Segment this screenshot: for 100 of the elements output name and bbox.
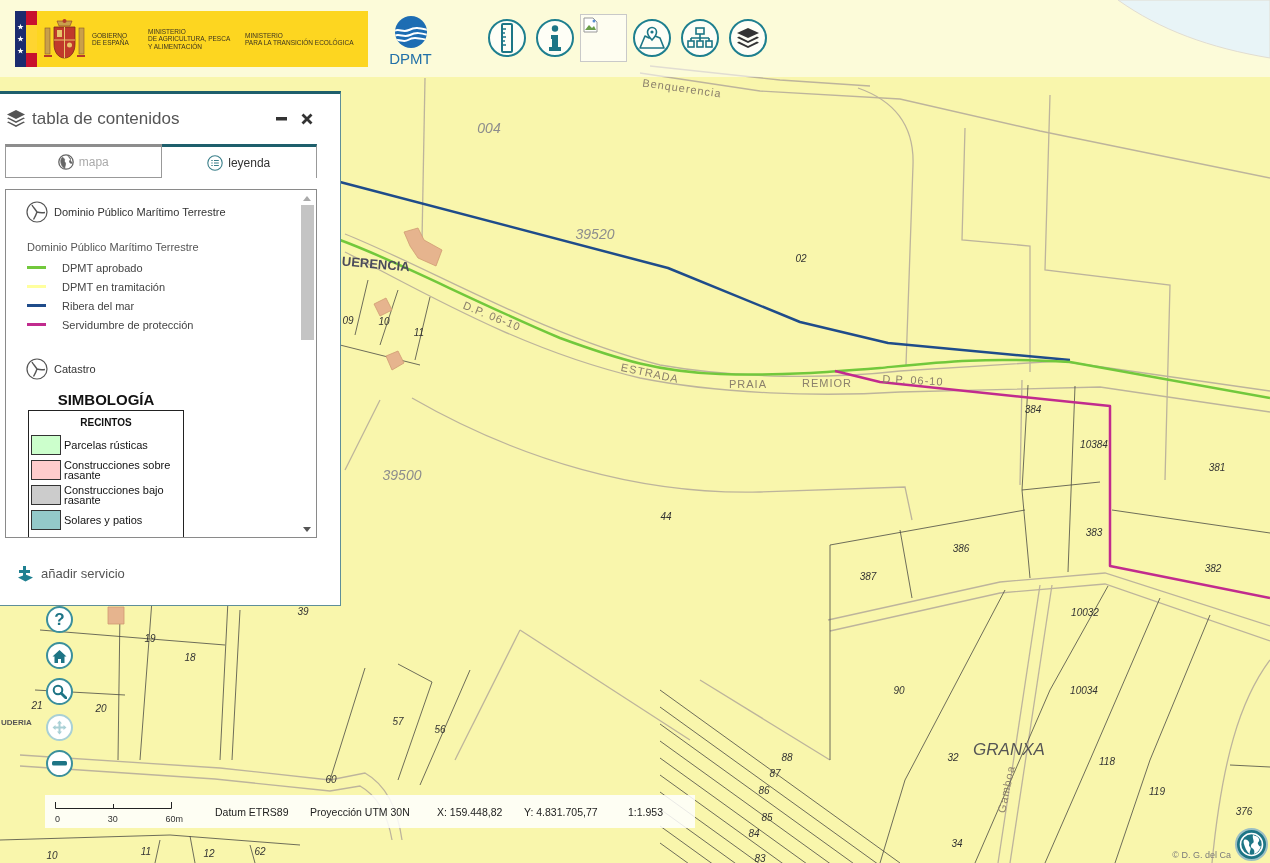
panel-title: tabla de contenidos	[32, 109, 180, 129]
block-number: 39520	[575, 226, 615, 242]
list-icon	[207, 154, 224, 171]
parcel-number: 83	[754, 852, 766, 863]
parcel-number: 118	[1099, 755, 1115, 767]
add-service-link[interactable]: añadir servicio	[17, 565, 125, 582]
parcel-number: 11	[413, 326, 425, 338]
parcel-number: 39	[297, 605, 309, 617]
parcel-number: 85	[761, 811, 773, 823]
parcel-number: 18	[184, 651, 196, 663]
service-icon	[26, 358, 48, 380]
ruler-icon[interactable]	[499, 23, 515, 53]
minimize-button[interactable]	[276, 117, 287, 121]
parcel-number: 383	[1085, 526, 1103, 538]
table-heading: RECINTOS	[80, 417, 132, 428]
service-icon	[26, 201, 48, 223]
legend-label: Servidumbre de protección	[62, 318, 194, 331]
parcel-number: 88	[781, 751, 793, 763]
parcel-number: 02	[795, 252, 807, 264]
symbology-label: Parcelas rústicas	[64, 440, 148, 450]
symbology-title: SIMBOLOGÍA	[57, 391, 155, 408]
road-name: D.P. 06-10	[461, 299, 523, 333]
minus-icon[interactable]	[52, 761, 67, 766]
parcel-number: 60	[325, 773, 337, 785]
parcel-number: 12	[203, 847, 215, 859]
x-coordinate: X: 159.448,82	[437, 805, 504, 818]
parcel-number: 382	[1204, 562, 1222, 574]
block-number: 004	[477, 120, 501, 136]
service-name: Catastro	[54, 363, 96, 375]
scrollbar-thumb[interactable]	[300, 205, 314, 340]
layers-icon[interactable]	[736, 27, 760, 49]
building-footprint	[385, 350, 405, 371]
parcel-number: 20	[95, 702, 107, 714]
scale-ratio: 1:1.953	[628, 805, 665, 818]
street-name: UDERIA	[1, 717, 32, 727]
parcel-number: 32	[947, 751, 959, 763]
service-name: Dominio Público Marítimo Terrestre	[54, 206, 226, 218]
parcel-number: 10	[378, 315, 390, 327]
y-coordinate: Y: 4.831.705,77	[524, 805, 599, 818]
coat-of-arms-icon	[44, 17, 85, 61]
scale-label: 0	[55, 814, 60, 824]
parcel-number: 119	[1149, 785, 1165, 797]
symbology-label: Construcciones sobre rasante	[64, 460, 172, 480]
attribution-text: © D. G. del Ca	[1172, 850, 1231, 861]
hierarchy-icon[interactable]	[687, 27, 713, 49]
parcel-number: 09	[342, 314, 354, 326]
legend-label: DPMT en tramitación	[62, 280, 166, 293]
parcel-number: 87	[769, 767, 781, 779]
flag-icon	[15, 11, 37, 67]
road-name: REMIOR	[802, 377, 852, 389]
scale-label: 60m	[165, 814, 183, 824]
parcel-number: 10384	[1080, 438, 1108, 450]
parcel-number: 11	[140, 845, 152, 857]
symbology-label: Construcciones bajo rasante	[64, 485, 165, 505]
parcel-number: 57	[392, 715, 404, 727]
parcel-number: 21	[31, 699, 43, 711]
datum-text: Datum ETRS89	[215, 805, 290, 818]
parcel-number: 90	[893, 684, 905, 696]
building-footprint	[373, 297, 393, 317]
parcel-number: 381	[1208, 461, 1226, 473]
road-name: PRAIA	[729, 378, 767, 390]
parcel-number: 10032	[1071, 606, 1099, 618]
parcel-number: 386	[952, 542, 970, 554]
parcel-number: 10	[46, 849, 58, 861]
area-name: GRANXA	[973, 739, 1045, 759]
add-layer-icon	[17, 565, 34, 582]
parcel-number: 84	[748, 827, 760, 839]
symbology-label: Solares y patios	[64, 515, 143, 525]
legend-label: DPMT aprobado	[62, 261, 143, 274]
scroll-down-icon[interactable]	[302, 526, 312, 533]
parcel-number: 387	[859, 570, 877, 582]
broken-image-icon[interactable]	[583, 17, 599, 33]
layers-icon	[6, 109, 26, 129]
parcel-number: 19	[144, 632, 156, 644]
home-icon[interactable]	[52, 648, 67, 663]
map-pin-icon[interactable]	[639, 26, 665, 50]
block-number: 39500	[382, 467, 422, 483]
road-name: Gamboa	[995, 764, 1017, 814]
parcel-number: 44	[660, 510, 672, 522]
building-footprint	[107, 606, 125, 625]
parcel-number: 384	[1024, 403, 1042, 415]
parcel-number: 10034	[1070, 684, 1098, 696]
parcel-number: 62	[254, 845, 266, 857]
parcel-number: 34	[951, 837, 963, 849]
tab[interactable]: leyenda	[161, 144, 317, 178]
parcel-number: 56	[434, 723, 446, 735]
parcel-number: 86	[758, 784, 770, 796]
legend-label: Ribera del mar	[62, 299, 135, 312]
waves-icon	[393, 16, 428, 48]
projection-text: Proyección UTM 30N	[310, 805, 411, 818]
globe-icon	[57, 154, 74, 170]
place-name: UERENCIA	[341, 253, 411, 275]
layer-title: Dominio Público Marítimo Terrestre	[27, 241, 199, 254]
info-icon[interactable]	[549, 25, 561, 51]
logo-text: DPMT	[389, 51, 432, 66]
road-name: D.P. 06-10	[882, 372, 944, 388]
magnifier-icon[interactable]	[52, 684, 67, 699]
parcel-number: 376	[1235, 805, 1253, 817]
close-button[interactable]	[301, 113, 313, 125]
scale-label: 30	[107, 814, 118, 824]
